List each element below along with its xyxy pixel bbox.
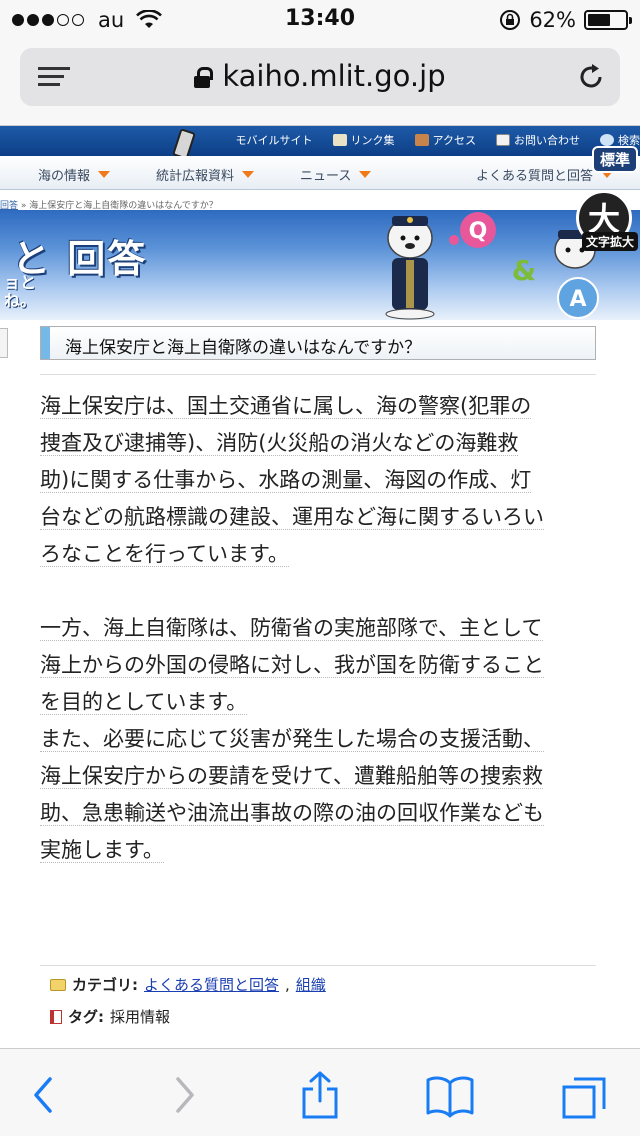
menu-item-sea-info[interactable]: 海の情報 (38, 165, 111, 184)
chevron-left-icon[interactable] (20, 1071, 68, 1119)
site-top-navigation: モバイルサイト リンク集 アクセス お問い合わせ 検索 (0, 126, 640, 156)
address-bar[interactable]: kaiho.mlit.go.jp (20, 48, 620, 106)
rotation-lock-icon (500, 10, 521, 30)
category-link-faq[interactable]: よくある質問と回答 (144, 974, 279, 995)
menu-item-news[interactable]: ニュース (300, 165, 372, 184)
category-label: カテゴリ: (72, 976, 138, 994)
tag-value: 採用情報 (110, 1008, 171, 1026)
divider (40, 965, 596, 966)
q-letter: Q (469, 219, 488, 244)
status-bar: au 13:40 62% (0, 0, 640, 40)
answer-body: 海上保安庁は、国土交通省に属し、海の警察(犯罪の 捜査及び逮捕等)、消防(火災船… (40, 388, 600, 869)
battery-percent: 62% (529, 8, 576, 32)
category-separator: , (285, 975, 290, 994)
answer-paragraph-1: 海上保安庁は、国土交通省に属し、海の警察(犯罪の 捜査及び逮捕等)、消防(火災船… (40, 394, 544, 567)
memo-icon (332, 134, 347, 146)
top-link-access[interactable]: アクセス (414, 132, 476, 148)
dropdown-arrow-icon (242, 171, 255, 178)
battery-icon (584, 10, 632, 30)
heading-accent (41, 327, 50, 359)
browser-toolbar (0, 1048, 640, 1136)
tag-icon (50, 1009, 62, 1024)
padlock-icon (194, 67, 214, 88)
banner-subtitle: ョと ね。 (4, 273, 37, 310)
font-size-standard-button[interactable]: 標準 (591, 146, 638, 173)
bus-icon (414, 134, 429, 146)
reload-icon[interactable] (576, 62, 606, 92)
ampersand: & (512, 254, 536, 287)
dropdown-arrow-icon (98, 171, 111, 178)
page-banner: と 回答 ョと ね。 Q & A (0, 210, 640, 320)
side-tab (0, 328, 8, 358)
tag-label: タグ: (68, 1008, 104, 1026)
answer-paragraph-2: 一方、海上自衛隊は、防衛省の実施部隊で、主として 海上からの外国の侵略に対し、我… (40, 616, 544, 715)
book-icon[interactable] (426, 1071, 474, 1119)
status-right: 62% (499, 6, 632, 34)
url-display[interactable]: kaiho.mlit.go.jp (20, 59, 620, 93)
dropdown-arrow-icon (359, 171, 372, 178)
top-link-mobile[interactable]: モバイルサイト (236, 132, 313, 148)
web-page: モバイルサイト リンク集 アクセス お問い合わせ 検索 海の情報 統計広報資料 … (0, 126, 640, 1036)
question-heading: 海上保安庁と海上自衛隊の違いはなんですか？ (40, 326, 596, 360)
divider (40, 374, 596, 375)
share-icon[interactable] (296, 1071, 344, 1119)
a-letter: A (569, 287, 586, 312)
top-link-contact[interactable]: お問い合わせ (496, 132, 580, 148)
menu-item-statistics[interactable]: 統計広報資料 (156, 165, 255, 184)
site-main-menu: 海の情報 統計広報資料 ニュース よくある質問と回答 (0, 156, 640, 190)
browser-address-area: kaiho.mlit.go.jp (0, 40, 640, 126)
search-icon (600, 134, 614, 146)
mail-icon (496, 134, 510, 146)
url-text: kaiho.mlit.go.jp (222, 59, 446, 93)
category-link-organization[interactable]: 組織 (296, 974, 326, 995)
text-enlarge-label[interactable]: 文字拡大 (581, 232, 638, 251)
answer-paragraph-3: また、必要に応じて災害が発生した場合の支援活動、 海上保安庁からの要請を受けて、… (40, 727, 544, 863)
tabs-icon[interactable] (560, 1071, 608, 1119)
chevron-right-icon[interactable] (160, 1071, 208, 1119)
question-title: 海上保安庁と海上自衛隊の違いはなんですか？ (65, 338, 422, 358)
category-row: カテゴリ: よくある質問と回答, 組織 (50, 974, 326, 995)
top-link-links[interactable]: リンク集 (332, 132, 395, 148)
top-links: モバイルサイト リンク集 アクセス お問い合わせ 検索 (236, 132, 640, 148)
tag-row: タグ: 採用情報 (50, 1006, 170, 1027)
folder-icon (50, 978, 66, 991)
